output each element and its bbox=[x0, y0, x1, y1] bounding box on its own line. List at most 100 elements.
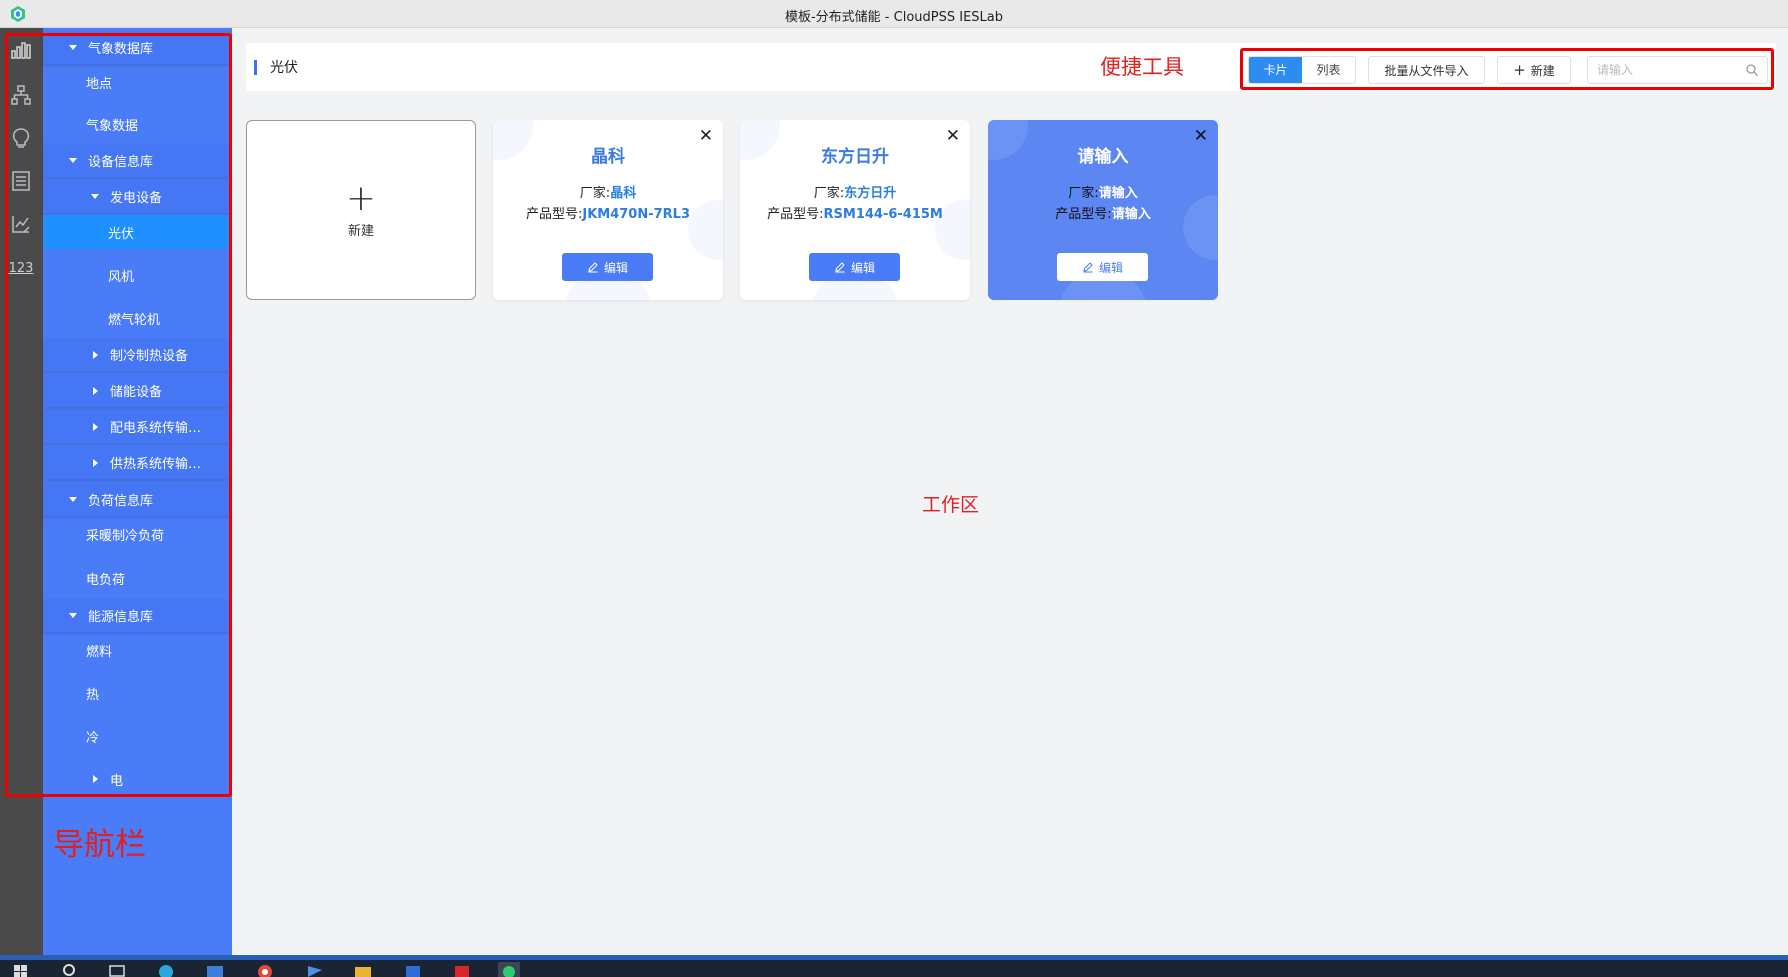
sidebar-group-weather-db[interactable]: 气象数据库 bbox=[43, 31, 230, 64]
list-doc-icon[interactable] bbox=[9, 169, 33, 193]
sidebar-item-label: 冷 bbox=[86, 730, 100, 746]
sidebar-item-gas-turbine[interactable]: 燃气轮机 bbox=[43, 300, 230, 336]
title-accent-bar bbox=[254, 59, 257, 75]
sidebar-item-label: 电负荷 bbox=[86, 572, 126, 588]
sidebar-item-label: 风机 bbox=[108, 269, 135, 285]
edit-button-label: 编辑 bbox=[850, 260, 875, 275]
sidebar-group-storage[interactable]: 储能设备 bbox=[43, 374, 230, 407]
edit-button[interactable]: 编辑 bbox=[562, 253, 653, 281]
sidebar-group-load-db[interactable]: 负荷信息库 bbox=[43, 483, 230, 516]
caret-down-icon bbox=[68, 611, 78, 621]
sidebar-item-label: 采暖制冷负荷 bbox=[86, 528, 165, 544]
search-taskbar-icon[interactable] bbox=[58, 962, 80, 977]
sidebar-item-label: 负荷信息库 bbox=[88, 494, 154, 509]
title-bar: 模板-分布式储能 - CloudPSS IESLab bbox=[0, 0, 1788, 28]
sidebar-item-fuel[interactable]: 燃料 bbox=[43, 632, 230, 668]
sidebar-group-energy-db[interactable]: 能源信息库 bbox=[43, 599, 230, 632]
card-view-button[interactable]: 卡片 bbox=[1249, 57, 1302, 83]
sidebar-nav: 气象数据库 地点 气象数据 设备信息库 发电设备 光伏 风机 燃气轮机 制冷制热… bbox=[43, 28, 232, 955]
card-model-value: 请输入 bbox=[1111, 207, 1151, 222]
os-taskbar bbox=[0, 955, 1788, 977]
app-icon[interactable] bbox=[204, 962, 226, 977]
annotation-navbar: 导航栏 bbox=[53, 827, 146, 863]
card-model-label: 产品型号: bbox=[767, 207, 824, 222]
caret-down-icon bbox=[68, 156, 78, 166]
folder-icon[interactable] bbox=[352, 962, 374, 977]
pencil-icon bbox=[1083, 262, 1093, 273]
sidebar-item-cold[interactable]: 冷 bbox=[43, 718, 230, 754]
card-model-field: 产品型号:JKM470N-7RL3 bbox=[493, 203, 723, 222]
edge-browser-icon[interactable] bbox=[155, 962, 177, 977]
sidebar-item-electricity[interactable]: 电 bbox=[43, 761, 230, 797]
sidebar-item-label: 热 bbox=[86, 687, 100, 703]
card-vendor-value: 请输入 bbox=[1098, 186, 1138, 201]
search-field bbox=[1587, 56, 1768, 84]
edit-button[interactable]: 编辑 bbox=[1057, 253, 1148, 281]
sidebar-group-power-dist[interactable]: 配电系统传输… bbox=[43, 410, 230, 443]
quick-toolbar: 卡片 列表 批量从文件导入 + 新建 bbox=[1240, 48, 1774, 90]
view-toggle: 卡片 列表 bbox=[1248, 56, 1356, 84]
card-vendor-label: 厂家: bbox=[579, 186, 611, 201]
sidebar-item-label: 燃气轮机 bbox=[108, 312, 161, 328]
card-model-field: 产品型号:RSM144-6-415M bbox=[740, 203, 970, 222]
sidebar-item-heat[interactable]: 热 bbox=[43, 675, 230, 711]
list-view-button[interactable]: 列表 bbox=[1302, 57, 1355, 83]
device-card[interactable]: ✕ 请输入 厂家:请输入 产品型号:请输入 编辑 bbox=[988, 120, 1218, 300]
card-vendor-field: 厂家:晶科 bbox=[493, 182, 723, 201]
search-icon[interactable] bbox=[1745, 63, 1759, 77]
card-vendor-field: 厂家:请输入 bbox=[988, 182, 1218, 201]
hierarchy-icon[interactable] bbox=[9, 83, 33, 107]
windows-start-icon[interactable] bbox=[10, 962, 32, 977]
app-icon[interactable] bbox=[402, 962, 424, 977]
caret-right-icon bbox=[90, 774, 100, 784]
sidebar-item-label: 能源信息库 bbox=[88, 610, 154, 625]
lightbulb-icon[interactable] bbox=[9, 126, 33, 150]
sidebar-group-device-db[interactable]: 设备信息库 bbox=[43, 144, 230, 177]
device-card[interactable]: ✕ 晶科 厂家:晶科 产品型号:JKM470N-7RL3 编辑 bbox=[493, 120, 723, 300]
card-title: 请输入 bbox=[1077, 147, 1129, 167]
annotation-workarea: 工作区 bbox=[922, 494, 980, 516]
batch-import-button[interactable]: 批量从文件导入 bbox=[1368, 56, 1485, 84]
task-view-icon[interactable] bbox=[106, 962, 128, 977]
sidebar-item-electric-load[interactable]: 电负荷 bbox=[43, 560, 230, 596]
app-icon[interactable] bbox=[304, 962, 326, 977]
chrome-icon[interactable] bbox=[254, 962, 276, 977]
sidebar-item-location[interactable]: 地点 bbox=[43, 64, 230, 100]
chart-edit-icon[interactable] bbox=[9, 212, 33, 236]
page-title: 光伏 bbox=[254, 57, 298, 77]
sidebar-item-pv[interactable]: 光伏 bbox=[43, 215, 230, 249]
caret-down-icon bbox=[90, 192, 100, 202]
card-title: 晶科 bbox=[591, 147, 625, 167]
card-model-field: 产品型号:请输入 bbox=[988, 203, 1218, 222]
pencil-icon bbox=[835, 262, 845, 273]
sidebar-item-label: 供热系统传输… bbox=[110, 457, 202, 472]
pencil-icon bbox=[588, 262, 598, 273]
number-icon[interactable]: 123 bbox=[9, 256, 34, 280]
card-vendor-value: 东方日升 bbox=[844, 186, 897, 201]
page-title-text: 光伏 bbox=[270, 60, 298, 76]
sidebar-item-label: 制冷制热设备 bbox=[110, 349, 189, 364]
sidebar-item-wind[interactable]: 风机 bbox=[43, 257, 230, 293]
wechat-icon[interactable] bbox=[498, 962, 520, 977]
caret-right-icon bbox=[90, 422, 100, 432]
sidebar-group-cooling-heating[interactable]: 制冷制热设备 bbox=[43, 338, 230, 371]
edit-button[interactable]: 编辑 bbox=[809, 253, 900, 281]
sidebar-item-label: 燃料 bbox=[86, 644, 113, 660]
bar-chart-icon[interactable] bbox=[9, 38, 33, 62]
caret-down-icon bbox=[68, 43, 78, 53]
new-card[interactable]: + 新建 bbox=[246, 120, 476, 300]
device-card[interactable]: ✕ 东方日升 厂家:东方日升 产品型号:RSM144-6-415M 编辑 bbox=[740, 120, 970, 300]
caret-right-icon bbox=[90, 386, 100, 396]
card-model-label: 产品型号: bbox=[525, 207, 583, 222]
new-button[interactable]: + 新建 bbox=[1497, 56, 1571, 84]
app-icon[interactable] bbox=[451, 962, 473, 977]
sidebar-item-label: 地点 bbox=[86, 76, 113, 92]
sidebar-group-gen-equipment[interactable]: 发电设备 bbox=[43, 180, 230, 213]
main-workarea: 光伏 卡片 列表 批量从文件导入 + 新建 + 新建 ✕ bbox=[232, 28, 1788, 955]
sidebar-item-hvac-load[interactable]: 采暖制冷负荷 bbox=[43, 516, 230, 552]
sidebar-group-heat-supply[interactable]: 供热系统传输… bbox=[43, 446, 230, 479]
sidebar-item-label: 电 bbox=[110, 773, 124, 789]
search-input[interactable] bbox=[1588, 57, 1738, 83]
sidebar-item-weather-data[interactable]: 气象数据 bbox=[43, 106, 230, 142]
big-plus-icon: + bbox=[345, 177, 377, 219]
